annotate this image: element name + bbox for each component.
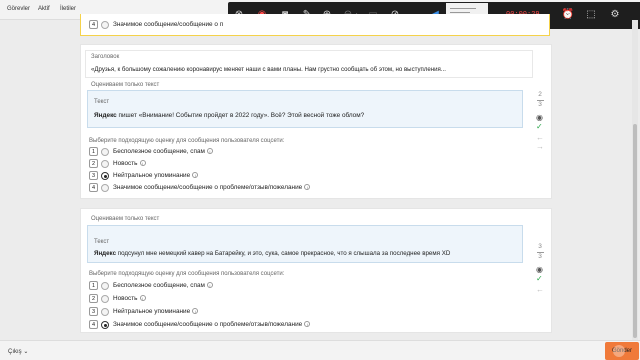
option-label: Нейтральное упоминание i	[113, 172, 199, 179]
option-label: Новость i	[113, 295, 146, 302]
heading-label: Заголовок	[91, 54, 120, 60]
quote-text: Яндекс подсунул мне немецкий кавер на Ба…	[94, 250, 450, 257]
info-icon[interactable]: i	[139, 160, 146, 167]
option-4[interactable]: 4 Значимое сообщение/сообщение о п	[89, 20, 389, 30]
alarm-icon[interactable]: ⏰	[561, 8, 575, 22]
option-number: 3	[89, 171, 98, 180]
heading-text: «Друзья, к большому сожалению коронавиру…	[91, 66, 446, 73]
option-number: 4	[89, 320, 98, 329]
exit-button[interactable]: Çıkış ⌄	[8, 348, 28, 355]
task-card-previous: 4 Значимое сообщение/сообщение о п	[80, 14, 550, 36]
eye-icon[interactable]: ◉	[536, 113, 543, 122]
option-radio[interactable]	[101, 184, 109, 192]
heading-box: Заголовок «Друзья, к большому сожалению …	[85, 50, 533, 78]
task-counter-total: 3	[538, 101, 542, 108]
quote-brand: Яндекс	[94, 112, 117, 119]
arrow-right-icon[interactable]: →	[536, 142, 544, 151]
question-text: Выберите подходящую оценку для сообщения…	[89, 138, 285, 144]
option-label: Бесполезное сообщение, спам i	[113, 282, 213, 289]
option-number: 4	[89, 20, 98, 29]
option-radio[interactable]	[101, 282, 109, 290]
option-4[interactable]: 4 Значимое сообщение/сообщение о проблем…	[89, 183, 389, 193]
option-label: Новость i	[113, 160, 146, 167]
option-radio-selected[interactable]	[101, 321, 109, 329]
option-radio[interactable]	[101, 308, 109, 316]
task-counter-current: 2	[538, 91, 542, 98]
info-icon[interactable]: i	[304, 184, 311, 191]
task-card-2: Заголовок «Друзья, к большому сожалению …	[80, 44, 552, 199]
option-radio[interactable]	[101, 148, 109, 156]
info-icon[interactable]: i	[206, 282, 213, 289]
option-number: 4	[89, 183, 98, 192]
quote-text: Яндекс пишет «Внимание! Событие пройдет …	[94, 112, 364, 119]
option-1[interactable]: 1 Бесполезное сообщение, спам i	[89, 281, 389, 291]
check-icon: ✓	[536, 122, 543, 131]
task-card-3: Оцениваем только текст Текст Яндекс подс…	[80, 208, 552, 333]
quote-body: пишет «Внимание! Событие пройдет в 2022 …	[116, 112, 365, 119]
option-label: Нейтральное упоминание i	[113, 308, 199, 315]
option-number: 1	[89, 147, 98, 156]
info-icon[interactable]: i	[304, 321, 311, 328]
info-icon[interactable]: i	[206, 148, 213, 155]
info-icon[interactable]: i	[139, 295, 146, 302]
option-radio[interactable]	[101, 295, 109, 303]
nav-active[interactable]: Aktif	[38, 6, 50, 12]
option-number: 3	[89, 307, 98, 316]
quote-body: подсунул мне немецкий кавер на Батарейку…	[116, 250, 451, 257]
save-icon[interactable]: ⬚	[584, 8, 598, 22]
nav-messages[interactable]: İletiler	[60, 6, 76, 12]
quote-brand: Яндекс	[94, 250, 117, 257]
option-number: 2	[89, 294, 98, 303]
quote-label: Текст	[94, 239, 110, 245]
option-4[interactable]: 4 Значимое сообщение/сообщение о проблем…	[89, 320, 419, 330]
bottom-bar: Çıkış ⌄	[0, 340, 640, 360]
submit-button[interactable]: Gönder	[605, 342, 639, 360]
option-label: Значимое сообщение/сообщение о проблеме/…	[113, 321, 311, 328]
option-1[interactable]: 1 Бесполезное сообщение, спам i	[89, 147, 389, 157]
option-number: 2	[89, 159, 98, 168]
quote-label: Текст	[94, 99, 110, 105]
option-label: Значимое сообщение/сообщение о проблеме/…	[113, 184, 311, 191]
option-number: 1	[89, 281, 98, 290]
quote-box: Текст Яндекс подсунул мне немецкий кавер…	[87, 225, 523, 263]
option-2[interactable]: 2 Новость i	[89, 294, 389, 304]
question-text: Выберите подходящую оценку для сообщения…	[89, 271, 285, 277]
option-radio[interactable]	[101, 160, 109, 168]
task-counter-total: 3	[538, 253, 542, 260]
eval-label: Оцениваем только текст	[91, 82, 160, 88]
arrow-left-icon[interactable]: ←	[536, 133, 544, 142]
option-radio-selected[interactable]	[101, 172, 109, 180]
option-3[interactable]: 3 Нейтральное упоминание i	[89, 307, 389, 317]
option-3[interactable]: 3 Нейтральное упоминание i	[89, 171, 389, 181]
info-icon[interactable]: i	[192, 308, 199, 315]
settings-icon[interactable]: ⚙	[608, 8, 622, 22]
scrollbar-thumb[interactable]	[633, 124, 637, 338]
info-icon[interactable]: i	[192, 172, 199, 179]
eye-icon[interactable]: ◉	[536, 265, 543, 274]
arrow-left-icon[interactable]: ←	[536, 285, 544, 294]
option-label: Значимое сообщение/сообщение о п	[113, 21, 224, 28]
option-label: Бесполезное сообщение, спам i	[113, 148, 213, 155]
nav-tasks[interactable]: Görevler	[7, 6, 30, 12]
eval-label: Оцениваем только текст	[91, 216, 160, 222]
option-radio[interactable]	[101, 21, 109, 29]
quote-box: Текст Яндекс пишет «Внимание! Событие пр…	[87, 90, 523, 128]
task-counter-current: 3	[538, 243, 542, 250]
option-2[interactable]: 2 Новость i	[89, 159, 389, 169]
check-icon: ✓	[536, 274, 543, 283]
chevron-down-icon: ⌄	[23, 349, 29, 355]
